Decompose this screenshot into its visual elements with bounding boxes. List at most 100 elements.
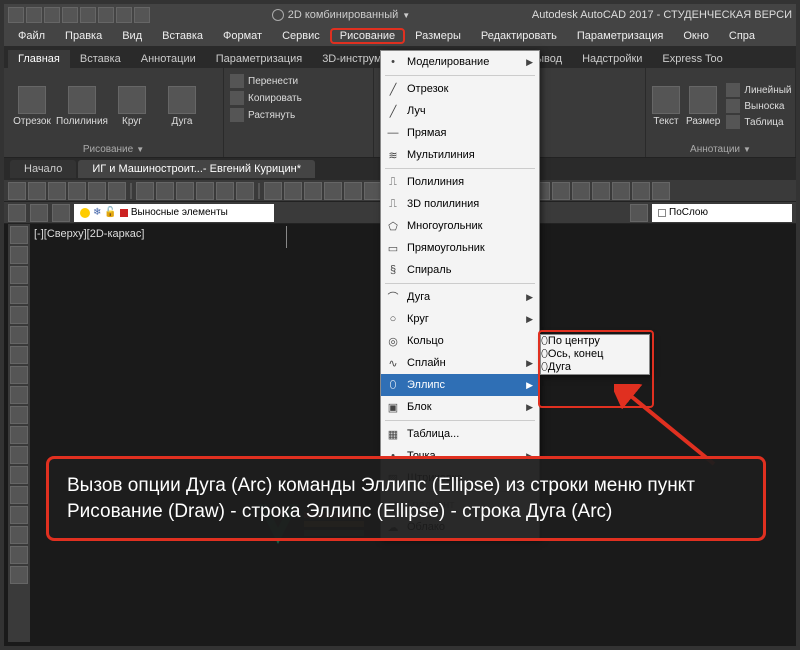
vtool-button[interactable]	[10, 226, 28, 244]
toolbar-button[interactable]	[284, 182, 302, 200]
menu-файл[interactable]: Файл	[8, 28, 55, 44]
vtool-button[interactable]	[10, 506, 28, 524]
undo-icon[interactable]	[116, 7, 132, 23]
menu-item-Моделирование[interactable]: •Моделирование▶	[381, 51, 539, 73]
vtool-button[interactable]	[10, 526, 28, 544]
toolbar-button[interactable]	[236, 182, 254, 200]
menu-item-Кольцо[interactable]: ◎Кольцо	[381, 330, 539, 352]
vtool-button[interactable]	[10, 546, 28, 564]
toolbar-button[interactable]	[176, 182, 194, 200]
line-button[interactable]: Отрезок	[10, 86, 54, 127]
chevron-down-icon[interactable]: ▼	[743, 145, 751, 154]
menu-правка[interactable]: Правка	[55, 28, 112, 44]
save-icon[interactable]	[62, 7, 78, 23]
toolbar-button[interactable]	[48, 182, 66, 200]
open-icon[interactable]	[44, 7, 60, 23]
redo-icon[interactable]	[134, 7, 150, 23]
menu-формат[interactable]: Формат	[213, 28, 272, 44]
chevron-down-icon[interactable]: ▼	[402, 11, 410, 20]
layer-match-icon[interactable]	[630, 204, 648, 222]
vtool-button[interactable]	[10, 386, 28, 404]
plot-icon[interactable]	[98, 7, 114, 23]
app-menu-button[interactable]	[8, 7, 24, 23]
menu-item-Спираль[interactable]: §Спираль	[381, 259, 539, 281]
table-button[interactable]: Таблица	[726, 115, 791, 129]
vtool-button[interactable]	[10, 266, 28, 284]
color-combo[interactable]: ПоСлою	[652, 204, 792, 222]
menu-окно[interactable]: Окно	[673, 28, 719, 44]
toolbar-button[interactable]	[324, 182, 342, 200]
text-button[interactable]: Текст	[652, 86, 680, 127]
vtool-button[interactable]	[10, 466, 28, 484]
move-button[interactable]: Перенести	[230, 74, 367, 88]
submenu-item-Дуга[interactable]: ⬯Дуга	[541, 361, 649, 374]
ribbon-tab[interactable]: Аннотации	[131, 50, 206, 68]
chevron-down-icon[interactable]: ▼	[136, 145, 144, 154]
layer-combo[interactable]: ❄ 🔓 Выносные элементы	[74, 204, 274, 222]
toolbar-button[interactable]	[8, 182, 26, 200]
tab-current[interactable]: ИГ и Машиностроит...- Евгений Курицин*	[78, 160, 315, 178]
polyline-button[interactable]: Полилиния	[60, 86, 104, 127]
dim-button[interactable]: Размер	[686, 86, 720, 127]
vtool-button[interactable]	[10, 326, 28, 344]
menu-item-Многоугольник[interactable]: ⬠Многоугольник	[381, 215, 539, 237]
menu-item-Блок[interactable]: ▣Блок▶	[381, 396, 539, 418]
toolbar-button[interactable]	[108, 182, 126, 200]
vtool-button[interactable]	[10, 406, 28, 424]
menu-параметризация[interactable]: Параметризация	[567, 28, 673, 44]
toolbar-button[interactable]	[216, 182, 234, 200]
menu-размеры[interactable]: Размеры	[405, 28, 471, 44]
toolbar-button[interactable]	[156, 182, 174, 200]
menu-item-Луч[interactable]: ╱Луч	[381, 100, 539, 122]
viewport-label[interactable]: [-][Сверху][2D-каркас]	[34, 228, 144, 240]
ribbon-tab[interactable]: Express Too	[652, 50, 732, 68]
menu-спра[interactable]: Спра	[719, 28, 765, 44]
toolbar-button[interactable]	[88, 182, 106, 200]
toolbar-button[interactable]	[552, 182, 570, 200]
menu-item-Эллипс[interactable]: ⬯Эллипс▶	[381, 374, 539, 396]
menu-item-Дуга[interactable]: ⌒Дуга▶	[381, 286, 539, 308]
layer-props-icon[interactable]	[8, 204, 26, 222]
vtool-button[interactable]	[10, 346, 28, 364]
vtool-button[interactable]	[10, 446, 28, 464]
menu-вставка[interactable]: Вставка	[152, 28, 213, 44]
copy-button[interactable]: Копировать	[230, 91, 367, 105]
toolbar-button[interactable]	[264, 182, 282, 200]
ribbon-tab[interactable]: Вставка	[70, 50, 131, 68]
submenu-item-По центру[interactable]: ⬯По центру	[541, 335, 649, 348]
toolbar-button[interactable]	[136, 182, 154, 200]
menu-рисование[interactable]: Рисование	[330, 28, 405, 44]
toolbar-button[interactable]	[304, 182, 322, 200]
menu-item-Прямая[interactable]: —Прямая	[381, 122, 539, 144]
menu-item-Круг[interactable]: ○Круг▶	[381, 308, 539, 330]
layer-iso-icon[interactable]	[52, 204, 70, 222]
toolbar-button[interactable]	[632, 182, 650, 200]
workspace-label[interactable]: 2D комбинированный	[288, 9, 399, 21]
toolbar-button[interactable]	[652, 182, 670, 200]
ribbon-tab[interactable]: Надстройки	[572, 50, 652, 68]
ribbon-tab[interactable]: Параметризация	[206, 50, 312, 68]
menu-редактировать[interactable]: Редактировать	[471, 28, 567, 44]
saveas-icon[interactable]	[80, 7, 96, 23]
ribbon-tab[interactable]: Главная	[8, 50, 70, 68]
circle-button[interactable]: Круг	[110, 86, 154, 127]
toolbar-button[interactable]	[612, 182, 630, 200]
menu-item-Отрезок[interactable]: ╱Отрезок	[381, 78, 539, 100]
new-icon[interactable]	[26, 7, 42, 23]
vtool-button[interactable]	[10, 286, 28, 304]
stretch-button[interactable]: Растянуть	[230, 108, 367, 122]
menu-вид[interactable]: Вид	[112, 28, 152, 44]
menu-item-Сплайн[interactable]: ∿Сплайн▶	[381, 352, 539, 374]
vtool-button[interactable]	[10, 366, 28, 384]
toolbar-button[interactable]	[196, 182, 214, 200]
menu-item-Прямоугольник[interactable]: ▭Прямоугольник	[381, 237, 539, 259]
linear-button[interactable]: Линейный	[726, 83, 791, 97]
menu-item-Полилиния[interactable]: ⎍Полилиния	[381, 171, 539, 193]
toolbar-button[interactable]	[572, 182, 590, 200]
menu-item-3D полилиния[interactable]: ⎍3D полилиния	[381, 193, 539, 215]
arc-button[interactable]: Дуга	[160, 86, 204, 127]
vtool-button[interactable]	[10, 426, 28, 444]
toolbar-button[interactable]	[344, 182, 362, 200]
submenu-item-Ось, конец[interactable]: ⬯Ось, конец	[541, 348, 649, 361]
vtool-button[interactable]	[10, 566, 28, 584]
